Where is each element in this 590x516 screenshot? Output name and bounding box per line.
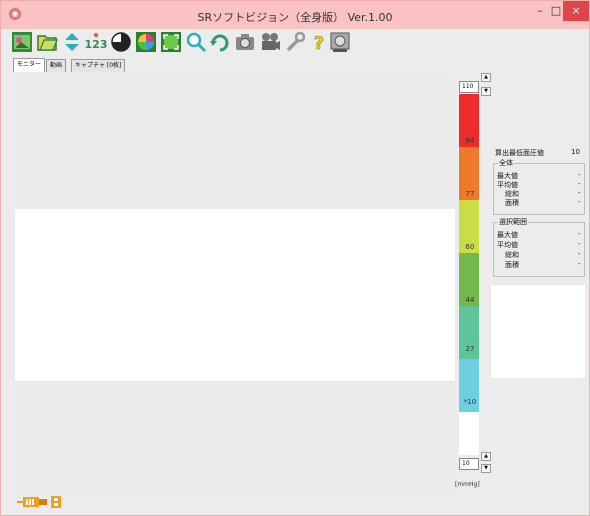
overall-sum-value: - (578, 189, 581, 197)
open-image-icon[interactable] (11, 31, 33, 53)
overall-area-value: - (578, 198, 581, 206)
close-button[interactable]: × (563, 1, 589, 21)
magnify-icon[interactable] (185, 31, 207, 53)
selection-avg-value: - (578, 240, 581, 248)
selection-avg-label: 平均値 (497, 241, 518, 249)
tab-monitor[interactable]: モニター (13, 58, 46, 72)
sensor-area[interactable] (15, 209, 455, 381)
scale-min-up-button[interactable]: ▲ (481, 452, 491, 461)
selection-sum-label: 総和 (505, 251, 519, 259)
tab-capture[interactable]: キャプチャ [0枚] (71, 59, 126, 72)
window-title: SRソフトビジョン（全身版） Ver.1.00 (197, 11, 393, 24)
scale-max-down-button[interactable]: ▼ (481, 87, 491, 96)
scale-label-94: 94 (465, 137, 475, 145)
camera-icon[interactable] (234, 31, 256, 53)
selection-area-value: - (578, 260, 581, 268)
preview-panel (491, 285, 585, 378)
tab-video[interactable]: 動画 (46, 59, 67, 72)
app-window: ◉ SRソフトビジョン（全身版） Ver.1.00 – □ × 123 ? モニ… (0, 0, 590, 516)
overall-max-value: - (578, 171, 581, 179)
scale-label-44: 44 (465, 296, 475, 304)
frame-select-icon[interactable] (160, 31, 182, 53)
contrast-circle-icon[interactable] (110, 31, 132, 53)
scale-segment-white (459, 412, 479, 455)
number-123-icon[interactable]: 123 (85, 31, 107, 53)
selection-sum-value: - (578, 250, 581, 258)
folder-icon[interactable] (36, 31, 58, 53)
scale-max-input[interactable]: 110 (459, 81, 479, 93)
scale-label-60: 60 (465, 243, 475, 251)
help-question-icon[interactable]: ? (308, 31, 330, 53)
scale-unit-label: [mmHg] (455, 481, 480, 488)
min-pressure-value: 10 (571, 148, 580, 156)
selection-max-value: - (578, 230, 581, 238)
scale-min-down-button[interactable]: ▼ (481, 464, 491, 473)
svg-text:?: ? (314, 33, 324, 53)
scale-label-10: *10 (463, 398, 477, 406)
scale-label-27: 27 (465, 345, 475, 353)
up-down-arrows-icon[interactable] (61, 31, 83, 53)
min-pressure-label: 算出最低面圧値 (495, 149, 544, 157)
number-123-label: 123 (85, 38, 107, 51)
film-camera-icon[interactable] (259, 31, 281, 53)
overall-group-title: 全体 (498, 158, 514, 168)
scale-min-input[interactable]: 10 (459, 458, 479, 470)
color-wheel-icon[interactable] (135, 31, 157, 53)
scale-max-up-button[interactable]: ▲ (481, 73, 491, 82)
wrench-icon[interactable] (284, 31, 306, 53)
rotate-icon[interactable] (209, 31, 231, 53)
overall-area-label: 面積 (505, 199, 519, 207)
selection-group-title: 選択範囲 (498, 217, 528, 227)
selection-max-label: 最大値 (497, 231, 518, 239)
scale-label-77: 77 (465, 190, 475, 198)
overall-avg-value: - (578, 180, 581, 188)
usb-connector-icon (17, 495, 63, 509)
selection-area-label: 面積 (505, 261, 519, 269)
sensor-icon[interactable] (329, 31, 351, 53)
title-bar: ◉ SRソフトビジョン（全身版） Ver.1.00 – □ × (1, 1, 589, 29)
